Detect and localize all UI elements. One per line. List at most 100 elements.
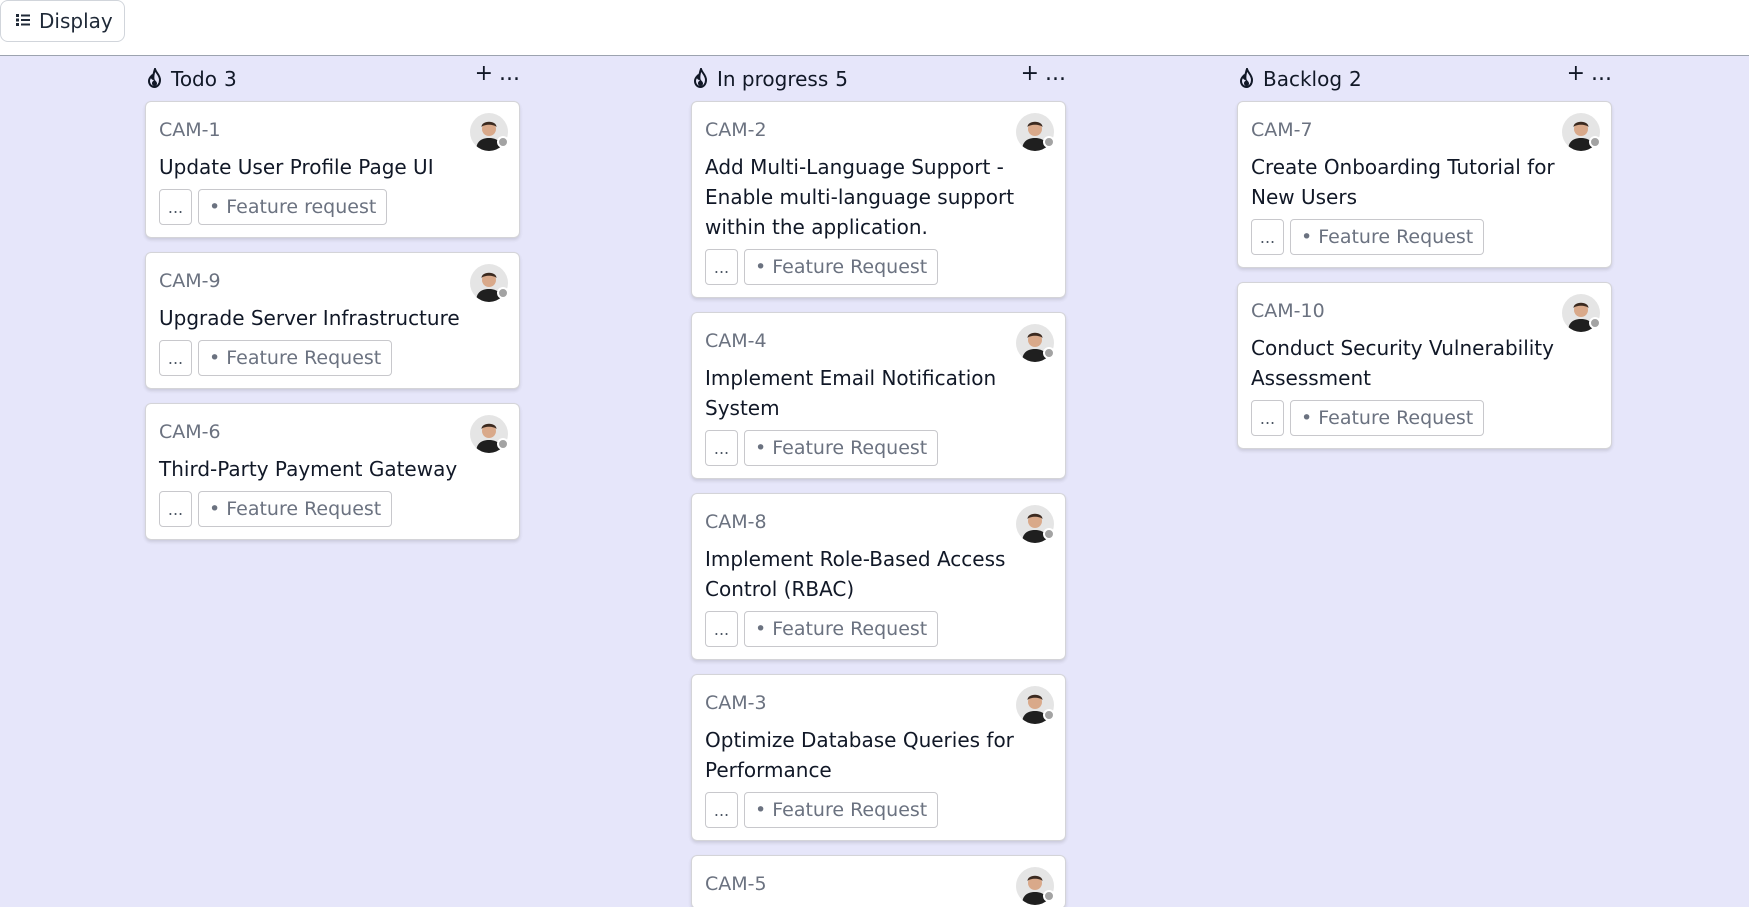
column-menu-button[interactable]: ... bbox=[499, 63, 520, 85]
label-tag[interactable]: • Feature Request bbox=[744, 430, 939, 466]
label-tag[interactable]: • Feature Request bbox=[198, 340, 393, 376]
status-dot bbox=[1043, 136, 1055, 148]
more-tags-button[interactable]: ... bbox=[1251, 400, 1284, 436]
issue-id: CAM-3 bbox=[705, 692, 767, 714]
display-button[interactable]: Display bbox=[0, 0, 125, 42]
card-tags: ... • Feature Request bbox=[1251, 219, 1598, 255]
status-dot bbox=[1589, 136, 1601, 148]
card-tags: ... • Feature Request bbox=[705, 430, 1052, 466]
column-count: 2 bbox=[1349, 67, 1362, 91]
column-title: In progress bbox=[717, 67, 829, 91]
avatar[interactable] bbox=[1562, 294, 1601, 332]
top-toolbar: Display bbox=[0, 0, 1749, 56]
label-tag[interactable]: • Feature Request bbox=[1290, 400, 1485, 436]
column-header: Backlog 2 + ... bbox=[1237, 57, 1612, 101]
column-menu-button[interactable]: ... bbox=[1045, 63, 1066, 85]
column-actions: + ... bbox=[1021, 63, 1066, 85]
issue-title: Implement Role-Based Access Control (RBA… bbox=[705, 547, 1006, 601]
fire-icon bbox=[1239, 68, 1254, 89]
issue-card[interactable]: CAM-7 Create Onboarding Tutorial for New… bbox=[1237, 101, 1612, 268]
issue-id: CAM-2 bbox=[705, 119, 767, 141]
issue-id: CAM-5 bbox=[705, 873, 767, 895]
issue-id: CAM-1 bbox=[159, 119, 221, 141]
issue-title: Third-Party Payment Gateway bbox=[159, 457, 458, 481]
avatar[interactable] bbox=[1016, 867, 1055, 905]
issue-id: CAM-7 bbox=[1251, 119, 1313, 141]
more-tags-button[interactable]: ... bbox=[705, 792, 738, 828]
card-tags: ... • Feature Request bbox=[705, 792, 1052, 828]
card-tags: ... • Feature Request bbox=[1251, 400, 1598, 436]
column-todo: Todo 3 + ... CAM-1 Update User Profile P… bbox=[145, 57, 520, 554]
card-tags: ... • Feature Request bbox=[705, 611, 1052, 647]
issue-title: Upgrade Server Infrastructure bbox=[159, 306, 460, 330]
column-backlog: Backlog 2 + ... CAM-7 Create Onboarding … bbox=[1237, 57, 1612, 463]
column-header: Todo 3 + ... bbox=[145, 57, 520, 101]
status-dot bbox=[1043, 528, 1055, 540]
label-tag[interactable]: • Feature Request bbox=[744, 792, 939, 828]
column-in-progress: In progress 5 + ... CAM-2 Add Multi-Lang… bbox=[691, 57, 1066, 907]
status-dot bbox=[1043, 709, 1055, 721]
issue-card[interactable]: CAM-4 Implement Email Notification Syste… bbox=[691, 312, 1066, 479]
avatar[interactable] bbox=[1016, 113, 1055, 151]
label-tag[interactable]: • Feature Request bbox=[744, 611, 939, 647]
avatar[interactable] bbox=[1016, 686, 1055, 724]
list-icon bbox=[15, 9, 31, 33]
more-tags-button[interactable]: ... bbox=[1251, 219, 1284, 255]
column-header: In progress 5 + ... bbox=[691, 57, 1066, 101]
issue-id: CAM-4 bbox=[705, 330, 767, 352]
card-tags: ... • Feature Request bbox=[159, 340, 506, 376]
label-tag[interactable]: • Feature Request bbox=[198, 491, 393, 527]
issue-card[interactable]: CAM-8 Implement Role-Based Access Contro… bbox=[691, 493, 1066, 660]
label-tag[interactable]: • Feature Request bbox=[1290, 219, 1485, 255]
column-count: 3 bbox=[224, 67, 237, 91]
card-tags: ... • Feature Request bbox=[159, 491, 506, 527]
issue-title: Implement Email Notification System bbox=[705, 366, 997, 420]
column-title: Backlog bbox=[1263, 67, 1343, 91]
status-dot bbox=[497, 136, 509, 148]
more-tags-button[interactable]: ... bbox=[705, 249, 738, 285]
status-dot bbox=[1043, 890, 1055, 902]
display-button-label: Display bbox=[39, 9, 113, 33]
issue-id: CAM-10 bbox=[1251, 300, 1325, 322]
column-title: Todo bbox=[171, 67, 217, 91]
issue-card[interactable]: CAM-1 Update User Profile Page UI ... • … bbox=[145, 101, 520, 238]
status-dot bbox=[1043, 347, 1055, 359]
issue-card[interactable]: CAM-10 Conduct Security Vulnerability As… bbox=[1237, 282, 1612, 449]
card-tags: ... • Feature Request bbox=[705, 249, 1052, 285]
avatar[interactable] bbox=[470, 264, 509, 302]
status-dot bbox=[1589, 317, 1601, 329]
add-card-button[interactable]: + bbox=[1567, 63, 1585, 85]
issue-card[interactable]: CAM-3 Optimize Database Queries for Perf… bbox=[691, 674, 1066, 841]
add-card-button[interactable]: + bbox=[1021, 63, 1039, 85]
column-actions: + ... bbox=[1567, 63, 1612, 85]
kanban-board: Todo 3 + ... CAM-1 Update User Profile P… bbox=[0, 57, 1749, 907]
more-tags-button[interactable]: ... bbox=[159, 340, 192, 376]
issue-id: CAM-6 bbox=[159, 421, 221, 443]
issue-title: Conduct Security Vulnerability Assessmen… bbox=[1251, 336, 1554, 390]
status-dot bbox=[497, 287, 509, 299]
fire-icon bbox=[693, 68, 708, 89]
issue-id: CAM-8 bbox=[705, 511, 767, 533]
column-menu-button[interactable]: ... bbox=[1591, 63, 1612, 85]
add-card-button[interactable]: + bbox=[475, 63, 493, 85]
avatar[interactable] bbox=[1562, 113, 1601, 151]
status-dot bbox=[497, 438, 509, 450]
issue-id: CAM-9 bbox=[159, 270, 221, 292]
more-tags-button[interactable]: ... bbox=[705, 430, 738, 466]
avatar[interactable] bbox=[470, 113, 509, 151]
issue-card[interactable]: CAM-2 Add Multi-Language Support - Enabl… bbox=[691, 101, 1066, 298]
more-tags-button[interactable]: ... bbox=[705, 611, 738, 647]
label-tag[interactable]: • Feature request bbox=[198, 189, 388, 225]
more-tags-button[interactable]: ... bbox=[159, 491, 192, 527]
more-tags-button[interactable]: ... bbox=[159, 189, 192, 225]
avatar[interactable] bbox=[1016, 505, 1055, 543]
issue-card[interactable]: CAM-5 bbox=[691, 855, 1066, 907]
issue-card[interactable]: CAM-9 Upgrade Server Infrastructure ... … bbox=[145, 252, 520, 389]
avatar[interactable] bbox=[470, 415, 509, 453]
issue-title: Create Onboarding Tutorial for New Users bbox=[1251, 155, 1555, 209]
column-count: 5 bbox=[835, 67, 849, 91]
label-tag[interactable]: • Feature Request bbox=[744, 249, 939, 285]
issue-title: Optimize Database Queries for Performanc… bbox=[705, 728, 1014, 782]
avatar[interactable] bbox=[1016, 324, 1055, 362]
issue-card[interactable]: CAM-6 Third-Party Payment Gateway ... • … bbox=[145, 403, 520, 540]
